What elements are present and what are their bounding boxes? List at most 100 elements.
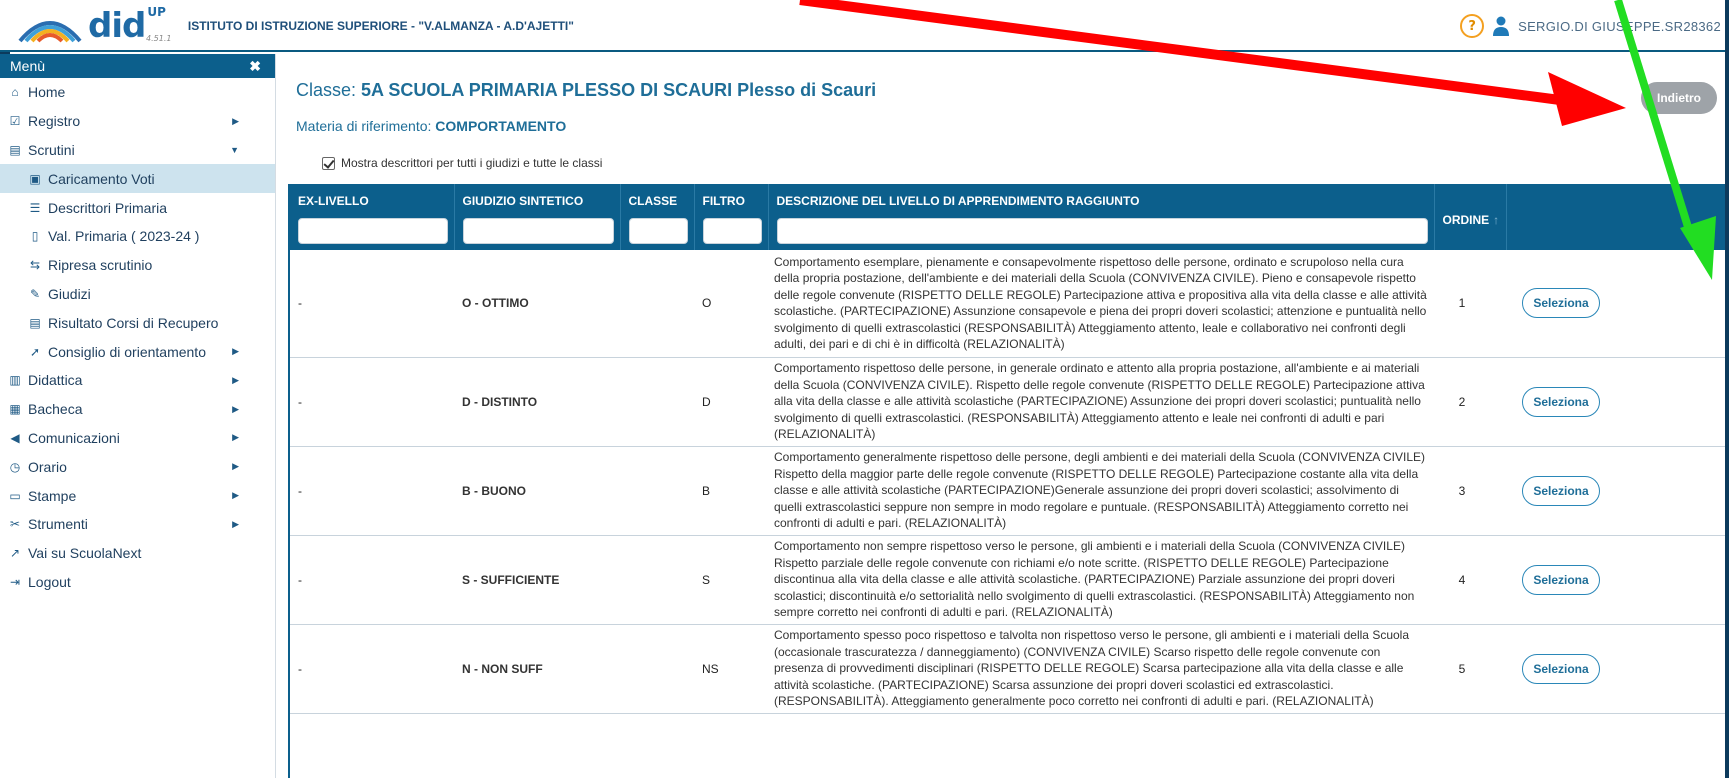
school-name: ISTITUTO DI ISTRUZIONE SUPERIORE - "V.AL… — [187, 19, 574, 33]
main-content: Classe: 5A SCUOLA PRIMARIA PLESSO DI SCA… — [278, 54, 1725, 778]
filter-input-giudizio[interactable] — [462, 218, 614, 244]
help-icon[interactable]: ? — [1460, 14, 1485, 38]
column-header-filtro[interactable]: FILTRO — [694, 184, 769, 250]
select-button[interactable]: Seleziona — [1522, 475, 1600, 506]
filter-input-filtro[interactable] — [702, 218, 762, 244]
subject-label: Materia di riferimento: — [296, 118, 432, 134]
checkbox[interactable] — [322, 156, 335, 170]
cell-ex-livello: - — [290, 357, 454, 447]
compass-icon: ➚ — [29, 344, 41, 359]
cell-descrizione: Comportamento esemplare, pienamente e co… — [768, 250, 1434, 358]
sidebar-item-label: Comunicazioni — [28, 429, 120, 446]
cell-descrizione: Comportamento generalmente rispettoso de… — [768, 446, 1434, 536]
filter-input-classe[interactable] — [628, 218, 688, 244]
sidebar-item-comunicazioni[interactable]: ◀ Comunicazioni ▶ — [0, 424, 275, 453]
sidebar-item-home[interactable]: ⌂ Home — [0, 78, 275, 107]
sidebar-item-label: Scrutini — [28, 141, 75, 158]
sidebar-item-registro[interactable]: ☑ Registro ▶ — [0, 107, 275, 136]
app-logo-up: UP — [147, 5, 166, 19]
filter-input-ex-livello[interactable] — [298, 218, 448, 244]
sidebar-item-giudizi[interactable]: ✎ Giudizi — [0, 280, 275, 309]
app-version: 4.51.1 — [146, 34, 172, 43]
lines-icon: ☰ — [29, 200, 41, 215]
column-header-ex-livello[interactable]: EX-LIVELLO — [290, 184, 455, 250]
sidebar-item-orario[interactable]: ◷ Orario ▶ — [0, 452, 275, 481]
column-header-ordine[interactable]: ORDINE ↑ — [1434, 184, 1507, 250]
sidebar-item-label: Logout — [28, 573, 71, 590]
logout-icon: ⇥ — [9, 574, 21, 589]
cell-giudizio: N - NON SUFF — [454, 624, 620, 714]
cell-ordine: 4 — [1434, 535, 1506, 625]
sidebar-item-caricamento-voti[interactable]: ▣ Caricamento Voti — [0, 164, 275, 194]
column-header-actions — [1506, 184, 1725, 250]
sidebar-item-risultato-corsi[interactable]: ▤ Risultato Corsi di Recupero — [0, 308, 275, 337]
table-header-row: EX-LIVELLO GIUDIZIO SINTETICO CLASSE FIL… — [290, 184, 1725, 250]
caret-right-icon: ▶ — [232, 490, 239, 501]
select-button[interactable]: Seleziona — [1522, 564, 1600, 595]
select-button[interactable]: Seleziona — [1522, 288, 1600, 319]
column-header-descrizione[interactable]: DESCRIZIONE DEL LIVELLO DI APPRENDIMENTO… — [768, 184, 1435, 250]
sidebar-item-val-primaria[interactable]: ▯ Val. Primaria ( 2023-24 ) — [0, 222, 275, 251]
app-logo: did — [88, 6, 146, 46]
cell-classe — [620, 250, 694, 358]
sidebar-item-label: Registro — [28, 113, 81, 130]
cell-classe — [620, 624, 694, 714]
table-row: - B - BUONO B Comportamento generalmente… — [290, 446, 1725, 536]
cell-descrizione: Comportamento rispettoso delle persone, … — [768, 357, 1434, 447]
select-button[interactable]: Seleziona — [1522, 653, 1600, 684]
column-header-classe[interactable]: CLASSE — [620, 184, 695, 250]
descriptors-table: EX-LIVELLO GIUDIZIO SINTETICO CLASSE FIL… — [288, 184, 1725, 778]
back-button[interactable]: Indietro — [1641, 82, 1717, 114]
user-icon[interactable] — [1492, 16, 1510, 36]
sidebar-item-didattica[interactable]: ▥ Didattica ▶ — [0, 366, 275, 395]
tools-icon: ✂ — [9, 517, 21, 532]
sidebar-item-logout[interactable]: ⇥ Logout — [0, 568, 275, 597]
caret-right-icon: ▶ — [232, 115, 239, 126]
sort-up-icon[interactable]: ↑ — [1493, 213, 1499, 227]
sidebar-item-ripresa-scrutinio[interactable]: ⇆ Ripresa scrutinio — [0, 251, 275, 280]
table-row: - S - SUFFICIENTE S Comportamento non se… — [290, 535, 1725, 625]
menu-header: Menù ✖ — [0, 54, 275, 78]
book-icon: ▥ — [9, 373, 21, 388]
board-icon: ▦ — [9, 402, 21, 417]
caret-down-icon: ▼ — [230, 144, 239, 155]
menu-title: Menù — [10, 58, 46, 74]
cell-classe — [620, 446, 694, 536]
column-header-giudizio[interactable]: GIUDIZIO SINTETICO — [454, 184, 621, 250]
select-button[interactable]: Seleziona — [1522, 386, 1600, 417]
sidebar-item-label: Didattica — [28, 372, 83, 389]
show-all-descriptors-toggle[interactable]: Mostra descrittori per tutti i giudizi e… — [322, 156, 602, 170]
cell-filtro: NS — [694, 624, 768, 714]
close-icon[interactable]: ✖ — [249, 58, 261, 75]
sidebar-item-scrutini[interactable]: ▤ Scrutini ▼ — [0, 136, 275, 165]
sidebar-item-label: Orario — [28, 458, 67, 475]
cell-ordine: 5 — [1434, 624, 1506, 714]
list-doc-icon: ▣ — [29, 171, 41, 186]
top-header: did UP 4.51.1 ISTITUTO DI ISTRUZIONE SUP… — [0, 0, 1729, 52]
table-row: - N - NON SUFF NS Comportamento spesso p… — [290, 624, 1725, 714]
sidebar-item-strumenti[interactable]: ✂ Strumenti ▶ — [0, 510, 275, 539]
sidebar-item-vai-su-scuolanext[interactable]: ↗ Vai su ScuolaNext — [0, 539, 275, 568]
sidebar-item-label: Ripresa scrutinio — [48, 257, 153, 274]
caret-right-icon: ▶ — [232, 403, 239, 414]
caret-right-icon: ▶ — [232, 432, 239, 443]
cell-classe — [620, 535, 694, 625]
caret-right-icon: ▶ — [232, 346, 239, 357]
calendar-check-icon: ☑ — [9, 114, 21, 129]
sidebar-item-stampe[interactable]: ▭ Stampe ▶ — [0, 481, 275, 510]
cell-ex-livello: - — [290, 535, 454, 625]
page-title: Classe: 5A SCUOLA PRIMARIA PLESSO DI SCA… — [296, 80, 876, 101]
cell-giudizio: B - BUONO — [454, 446, 620, 536]
cell-filtro: D — [694, 357, 768, 447]
sidebar-item-consiglio-orientamento[interactable]: ➚ Consiglio di orientamento ▶ — [0, 337, 275, 366]
sidebar-item-bacheca[interactable]: ▦ Bacheca ▶ — [0, 395, 275, 424]
sidebar-item-label: Bacheca — [28, 401, 83, 418]
sidebar-item-label: Home — [28, 84, 66, 101]
user-name[interactable]: SERGIO.DI GIUSEPPE.SR28362 — [1518, 19, 1721, 34]
sidebar-item-label: Caricamento Voti — [48, 170, 155, 187]
cell-ex-livello: - — [290, 624, 454, 714]
caret-right-icon: ▶ — [232, 461, 239, 472]
sidebar-item-descrittori-primaria[interactable]: ☰ Descrittori Primaria — [0, 193, 275, 222]
filter-input-descrizione[interactable] — [776, 218, 1428, 244]
sidebar-item-label: Val. Primaria ( 2023-24 ) — [48, 228, 200, 245]
